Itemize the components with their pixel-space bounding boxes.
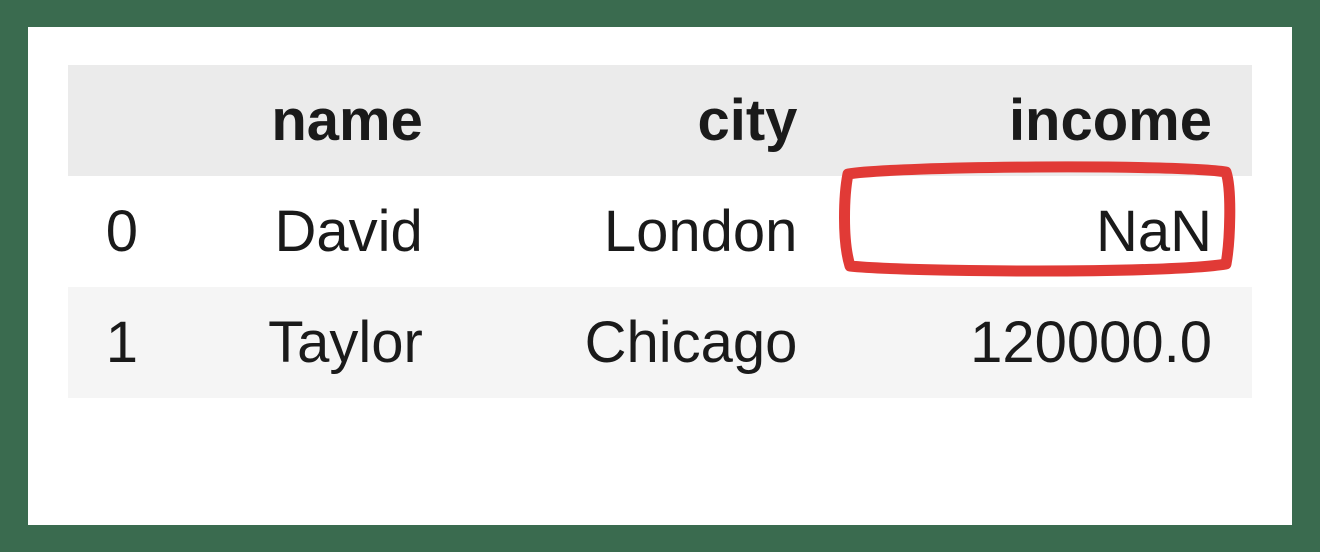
cell-income: 120000.0 [837,287,1252,398]
col-index [68,65,168,176]
cell-income: NaN [837,176,1252,287]
dataframe-table: name city income 0 David London NaN [68,65,1252,398]
table-header-row: name city income [68,65,1252,176]
cell-index: 0 [68,176,168,287]
col-name: name [168,65,463,176]
table-card: name city income 0 David London NaN [28,27,1292,525]
cell-name: Taylor [168,287,463,398]
col-income: income [837,65,1252,176]
cell-city: London [463,176,838,287]
table-body: 0 David London NaN 1 Taylor [68,176,1252,398]
cell-income-value: NaN [1096,199,1212,264]
cell-name: David [168,176,463,287]
cell-index: 1 [68,287,168,398]
col-city: city [463,65,838,176]
cell-city: Chicago [463,287,838,398]
table-row: 1 Taylor Chicago 120000.0 [68,287,1252,398]
table-header: name city income [68,65,1252,176]
table-row: 0 David London NaN [68,176,1252,287]
